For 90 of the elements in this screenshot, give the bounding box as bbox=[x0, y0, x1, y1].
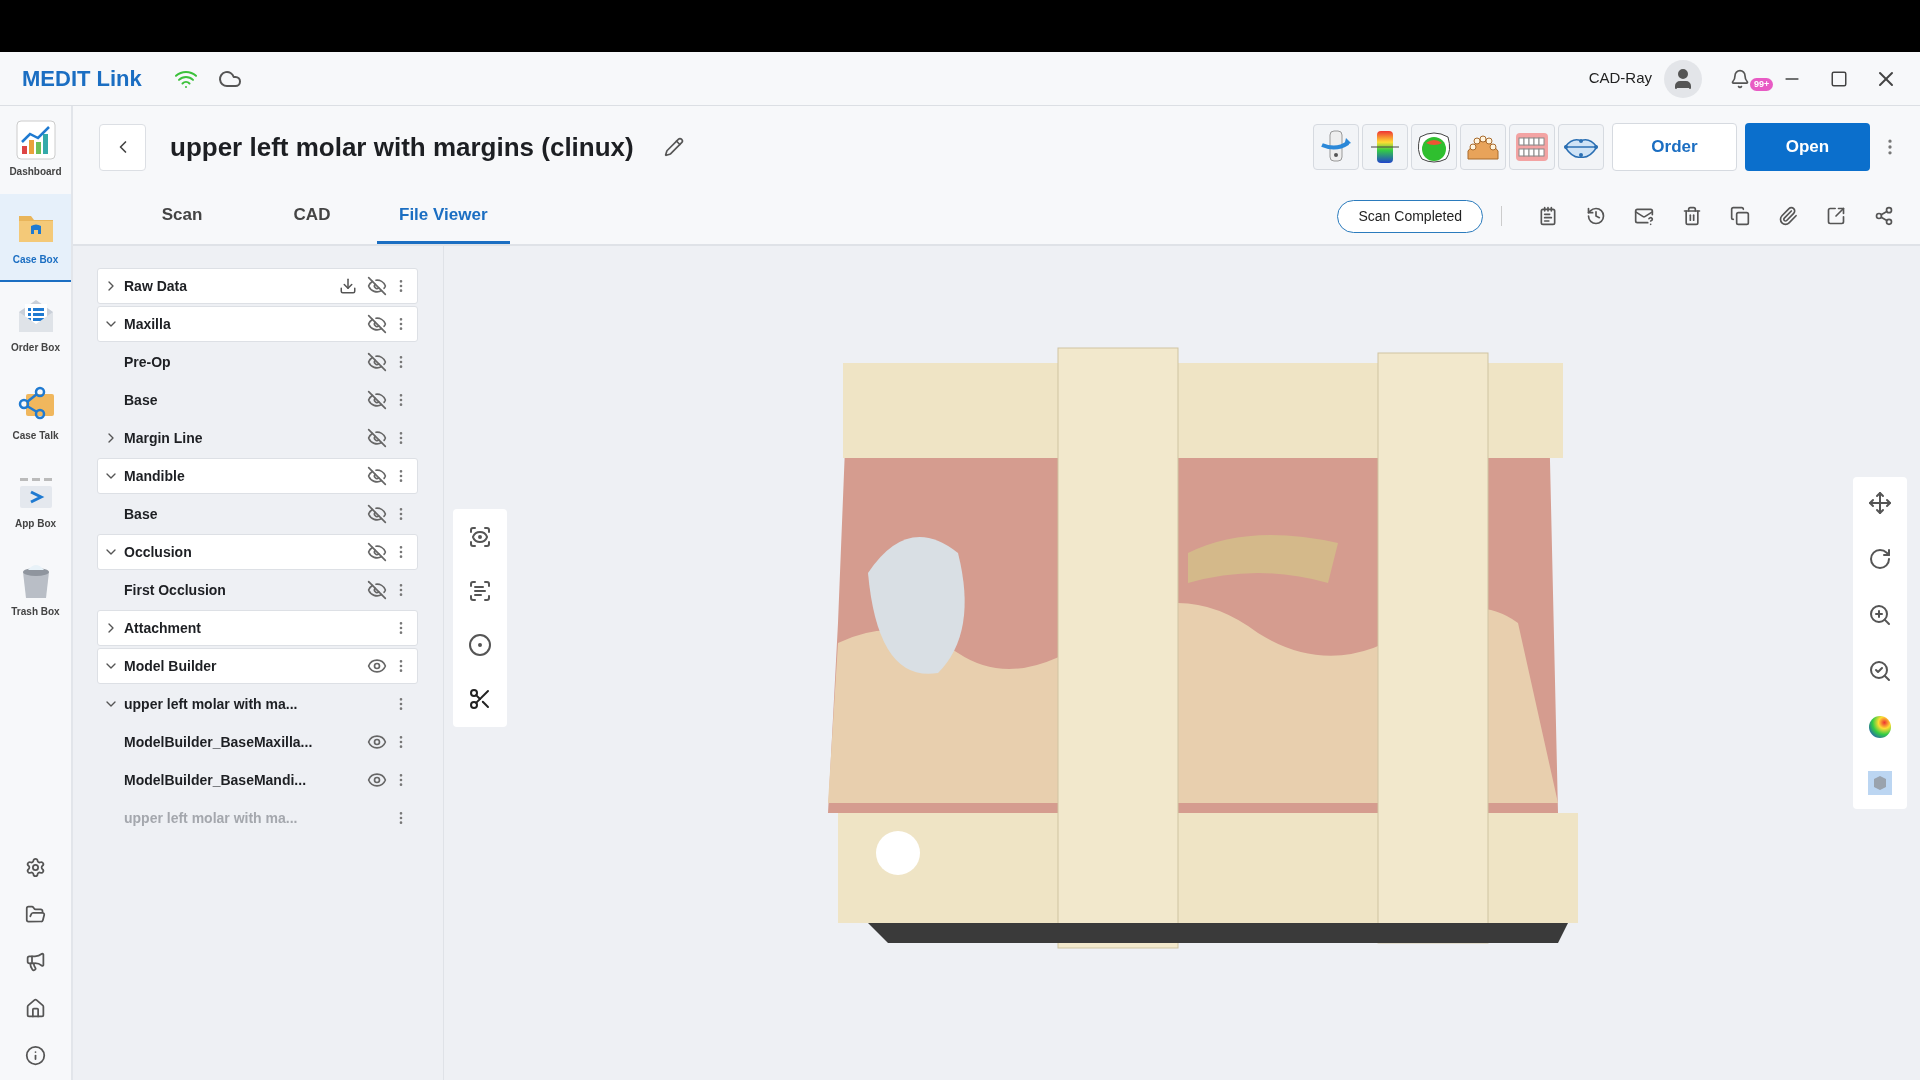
order-button[interactable]: Order bbox=[1612, 123, 1737, 171]
history-icon[interactable] bbox=[1586, 206, 1606, 226]
teeth-icon[interactable] bbox=[1509, 124, 1555, 170]
eye-off-icon[interactable] bbox=[367, 390, 387, 410]
tree-item[interactable]: Maxilla bbox=[97, 306, 418, 342]
tab[interactable]: CAD bbox=[247, 188, 377, 244]
tree-item-label: upper left molar with ma... bbox=[124, 694, 299, 714]
dental-arch-icon[interactable] bbox=[1460, 124, 1506, 170]
settings-icon[interactable] bbox=[25, 857, 46, 878]
tree-subitem[interactable]: Margin Line bbox=[97, 420, 418, 456]
sidebar-item-icon bbox=[15, 119, 56, 160]
megaphone-icon[interactable] bbox=[25, 951, 46, 972]
eye-icon[interactable] bbox=[367, 732, 387, 752]
tree-item-label: Maxilla bbox=[124, 314, 172, 334]
eye-off-icon[interactable] bbox=[367, 580, 387, 600]
color-scale-icon[interactable] bbox=[1362, 124, 1408, 170]
tree-item-label: First Occlusion bbox=[124, 580, 227, 600]
sidebar-item[interactable]: Order Box bbox=[0, 282, 71, 370]
color-sphere-icon[interactable] bbox=[1868, 715, 1892, 739]
tree-item-label: Model Builder bbox=[124, 656, 218, 676]
eye-off-icon[interactable] bbox=[367, 276, 387, 296]
tree-subitem[interactable]: ModelBuilder_BaseMaxilla... bbox=[97, 724, 418, 760]
tree-item[interactable]: Mandible bbox=[97, 458, 418, 494]
eye-off-icon[interactable] bbox=[367, 504, 387, 524]
tree-item[interactable]: Occlusion bbox=[97, 534, 418, 570]
info-icon[interactable] bbox=[25, 1045, 46, 1066]
home-icon[interactable] bbox=[25, 998, 46, 1019]
move-icon[interactable] bbox=[1868, 491, 1892, 515]
folder-icon[interactable] bbox=[25, 904, 46, 925]
status-pill: Scan Completed bbox=[1337, 199, 1483, 233]
scanner-rotate-icon[interactable] bbox=[1313, 124, 1359, 170]
tree-item-label: ModelBuilder_BaseMandi... bbox=[124, 770, 308, 790]
tree-subitem[interactable]: ModelBuilder_BaseMandi... bbox=[97, 762, 418, 798]
lips-icon[interactable] bbox=[1558, 124, 1604, 170]
rotate-icon[interactable] bbox=[1868, 547, 1892, 571]
eye-off-icon[interactable] bbox=[367, 428, 387, 448]
app-logo: MEDIT Link bbox=[22, 65, 142, 93]
tree-subitem[interactable]: upper left molar with ma... bbox=[97, 686, 418, 722]
eye-icon[interactable] bbox=[367, 770, 387, 790]
scan-text-icon[interactable] bbox=[468, 579, 492, 603]
mail-question-icon[interactable] bbox=[1634, 206, 1654, 226]
tree-item-label: Raw Data bbox=[124, 276, 189, 296]
tree-item[interactable]: Attachment bbox=[97, 610, 418, 646]
zoom-fit-icon[interactable] bbox=[1868, 659, 1892, 683]
note-icon[interactable] bbox=[1538, 206, 1558, 226]
notification-badge: 99+ bbox=[1750, 77, 1774, 91]
user-name: CAD-Ray bbox=[1588, 68, 1652, 89]
tree-item-label: Attachment bbox=[124, 618, 202, 638]
tree-item-label: Base bbox=[124, 504, 159, 524]
share-icon[interactable] bbox=[1874, 206, 1894, 226]
copy-icon[interactable] bbox=[1730, 206, 1750, 226]
zoom-in-icon[interactable] bbox=[1868, 603, 1892, 627]
user-avatar[interactable] bbox=[1664, 59, 1702, 98]
tree-item[interactable]: Raw Data bbox=[97, 268, 418, 304]
trash-icon[interactable] bbox=[1682, 206, 1702, 226]
tree-item-label: ModelBuilder_BaseMaxilla... bbox=[124, 732, 314, 752]
tab[interactable]: File Viewer bbox=[377, 188, 510, 244]
tree-subitem[interactable]: First Occlusion bbox=[97, 572, 418, 608]
sidebar-item[interactable]: Case Box bbox=[0, 194, 71, 282]
eye-off-icon[interactable] bbox=[367, 314, 387, 334]
maximize-icon[interactable] bbox=[1830, 69, 1848, 88]
eye-off-icon[interactable] bbox=[367, 466, 387, 486]
tree-subitem[interactable]: Base bbox=[97, 496, 418, 532]
tree-subitem[interactable]: Base bbox=[97, 382, 418, 418]
tree-subitem[interactable]: Pre-Op bbox=[97, 344, 418, 380]
external-link-icon[interactable] bbox=[1826, 206, 1846, 226]
eye-off-icon[interactable] bbox=[367, 352, 387, 372]
notification-icon[interactable] bbox=[1730, 68, 1750, 89]
primary-button[interactable]: Open bbox=[1745, 123, 1870, 171]
sidebar-item[interactable]: Dashboard bbox=[0, 106, 71, 194]
download-icon[interactable] bbox=[339, 277, 357, 295]
case-title: upper left molar with margins (clinux) bbox=[170, 130, 634, 164]
eye-icon[interactable] bbox=[367, 656, 387, 676]
scissors-icon[interactable] bbox=[468, 687, 492, 711]
sidebar-item[interactable]: Case Talk bbox=[0, 370, 71, 458]
tree-item-label: Occlusion bbox=[124, 542, 193, 562]
sidebar-item[interactable]: App Box bbox=[0, 458, 71, 546]
tree-item-label: Margin Line bbox=[124, 428, 204, 448]
sidebar-item[interactable]: Trash Box bbox=[0, 546, 71, 634]
tree-item-label: Base bbox=[124, 390, 159, 410]
tab[interactable]: Scan bbox=[117, 188, 247, 244]
tree-item-label: Pre-Op bbox=[124, 352, 172, 372]
tooth-heatmap-icon[interactable] bbox=[1411, 124, 1457, 170]
eye-off-icon[interactable] bbox=[367, 542, 387, 562]
edit-icon[interactable] bbox=[663, 137, 684, 157]
paperclip-icon[interactable] bbox=[1778, 206, 1798, 226]
tree-item[interactable]: Model Builder bbox=[97, 648, 418, 684]
tree-item-label: Mandible bbox=[124, 466, 186, 486]
focus-icon[interactable] bbox=[468, 525, 492, 549]
tree-item-label: upper left molar with ma... bbox=[124, 808, 299, 828]
